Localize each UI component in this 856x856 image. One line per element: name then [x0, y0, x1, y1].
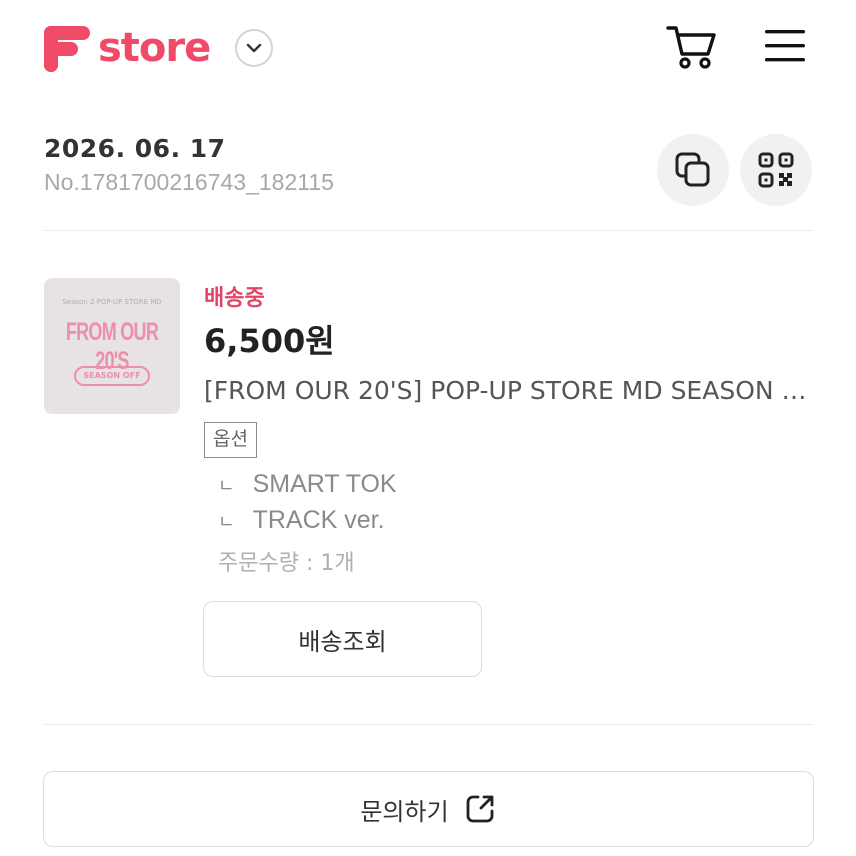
- qr-code-icon: [758, 152, 794, 188]
- order-quantity: 주문수량 : 1개: [218, 551, 355, 576]
- product-name[interactable]: [FROM OUR 20'S] POP-UP STORE MD SEASON O…: [204, 376, 816, 405]
- section-divider: [44, 724, 814, 725]
- option-value: TRACK ver.: [252, 506, 385, 534]
- hamburger-menu-icon: [765, 30, 805, 62]
- qr-code-button[interactable]: [740, 134, 812, 206]
- copy-button[interactable]: [657, 134, 729, 206]
- track-delivery-button[interactable]: 배송조회: [203, 601, 482, 677]
- order-date: 2026. 06. 17: [44, 134, 226, 163]
- option-bullet: ㄴ: [218, 476, 235, 497]
- thumbnail-top-text: Season 2 POP-UP STORE MD: [62, 298, 162, 306]
- section-divider: [44, 230, 814, 231]
- cart-icon: [666, 26, 716, 69]
- chevron-down-icon: [246, 43, 262, 53]
- option-value: SMART TOK: [252, 470, 397, 498]
- store-dropdown-button[interactable]: [235, 29, 273, 67]
- logo-mark-icon: [44, 26, 90, 72]
- delivery-status: 배송중: [204, 286, 265, 311]
- option-item: ㄴ TRACK ver.: [218, 506, 385, 535]
- thumbnail-pill: SEASON OFF: [74, 366, 150, 386]
- inquiry-label: 문의하기: [360, 797, 449, 826]
- option-bullet: ㄴ: [218, 512, 235, 533]
- order-header: 2026. 06. 17 No.1781700216743_182115: [44, 134, 334, 196]
- order-number: No.1781700216743_182115: [44, 169, 334, 195]
- logo-text: store: [98, 25, 211, 71]
- product-price: 6,500원: [204, 322, 335, 360]
- copy-icon: [675, 152, 710, 187]
- store-logo[interactable]: store: [42, 20, 211, 76]
- app-header: store: [0, 0, 856, 96]
- inquiry-button[interactable]: 문의하기: [43, 771, 814, 847]
- external-link-icon: [466, 795, 494, 823]
- option-label: 옵션: [204, 422, 257, 458]
- menu-button[interactable]: [760, 24, 810, 68]
- product-thumbnail[interactable]: Season 2 POP-UP STORE MD FROM OUR 20'S S…: [44, 278, 180, 414]
- cart-button[interactable]: [664, 22, 718, 72]
- track-delivery-label: 배송조회: [298, 627, 387, 656]
- option-item: ㄴ SMART TOK: [218, 470, 397, 499]
